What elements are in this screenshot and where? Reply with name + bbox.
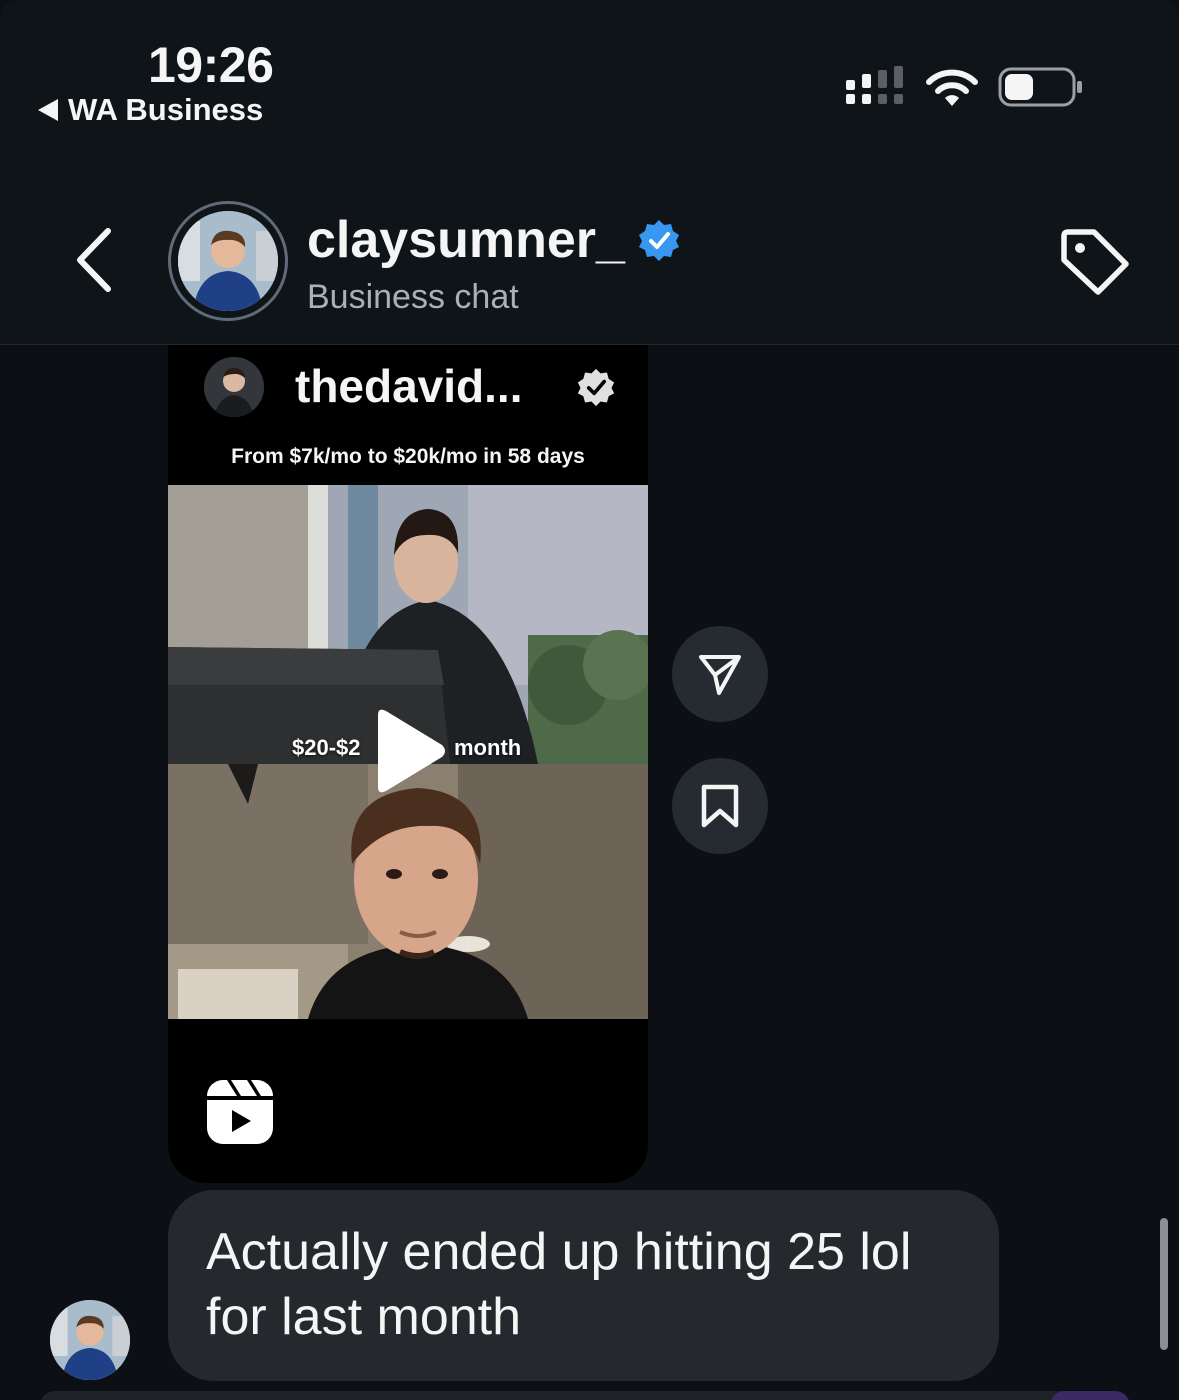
username-text: claysumner_	[307, 211, 625, 269]
status-bar: 19:26 WA Business	[0, 0, 1179, 150]
sender-avatar[interactable]	[48, 1298, 132, 1382]
message-composer[interactable]	[40, 1391, 1130, 1400]
avatar-photo-icon	[178, 211, 278, 311]
reel-overlay-text-left: $20-$2	[292, 735, 361, 760]
tag-icon[interactable]	[1056, 226, 1132, 298]
chat-header: claysumner_ Business chat	[0, 150, 1179, 345]
back-app-label: WA Business	[68, 92, 264, 127]
back-chevron-icon[interactable]	[70, 225, 120, 295]
signal-icon	[846, 66, 903, 104]
reel-scene-face-image	[168, 764, 648, 1019]
reels-icon	[207, 1080, 273, 1144]
status-time: 19:26	[148, 37, 274, 93]
reel-owner-name: thedavid...	[295, 360, 523, 412]
chat-subtitle: Business chat	[307, 278, 519, 316]
reel-overlay-text-right: month	[454, 735, 522, 760]
message-text: Actually ended up hitting 25 lol for las…	[206, 1223, 912, 1346]
wifi-icon	[926, 69, 978, 106]
contact-avatar[interactable]	[168, 201, 288, 321]
play-icon[interactable]	[368, 707, 448, 795]
reel-owner-avatar	[204, 357, 264, 417]
scrollbar[interactable]	[1160, 1218, 1168, 1350]
reel-video-frame-bottom	[168, 764, 648, 1019]
back-triangle-icon	[38, 99, 58, 121]
battery-icon	[998, 67, 1082, 107]
contact-avatar-image	[178, 211, 278, 311]
verified-badge-icon	[577, 368, 615, 407]
share-button[interactable]	[672, 626, 768, 722]
contact-username[interactable]: claysumner_	[307, 210, 681, 270]
back-to-app-link[interactable]: WA Business	[38, 92, 263, 128]
chat-screen: 19:26 WA Business claysumner_ Business c…	[0, 0, 1179, 1400]
reel-avatar-photo-icon	[204, 357, 264, 417]
share-send-icon	[699, 655, 741, 695]
bookmark-icon	[701, 784, 739, 828]
reel-header: thedavid... From $7k/mo to $20k/mo in 58…	[168, 345, 648, 485]
message-bubble[interactable]: Actually ended up hitting 25 lol for las…	[168, 1190, 999, 1381]
composer-accent	[1050, 1391, 1130, 1400]
shared-reel-card[interactable]: thedavid... From $7k/mo to $20k/mo in 58…	[168, 345, 648, 1183]
reel-caption: From $7k/mo to $20k/mo in 58 days	[231, 445, 585, 468]
verified-badge-icon	[638, 220, 679, 261]
save-button[interactable]	[672, 758, 768, 854]
sender-avatar-photo-icon	[50, 1300, 130, 1380]
